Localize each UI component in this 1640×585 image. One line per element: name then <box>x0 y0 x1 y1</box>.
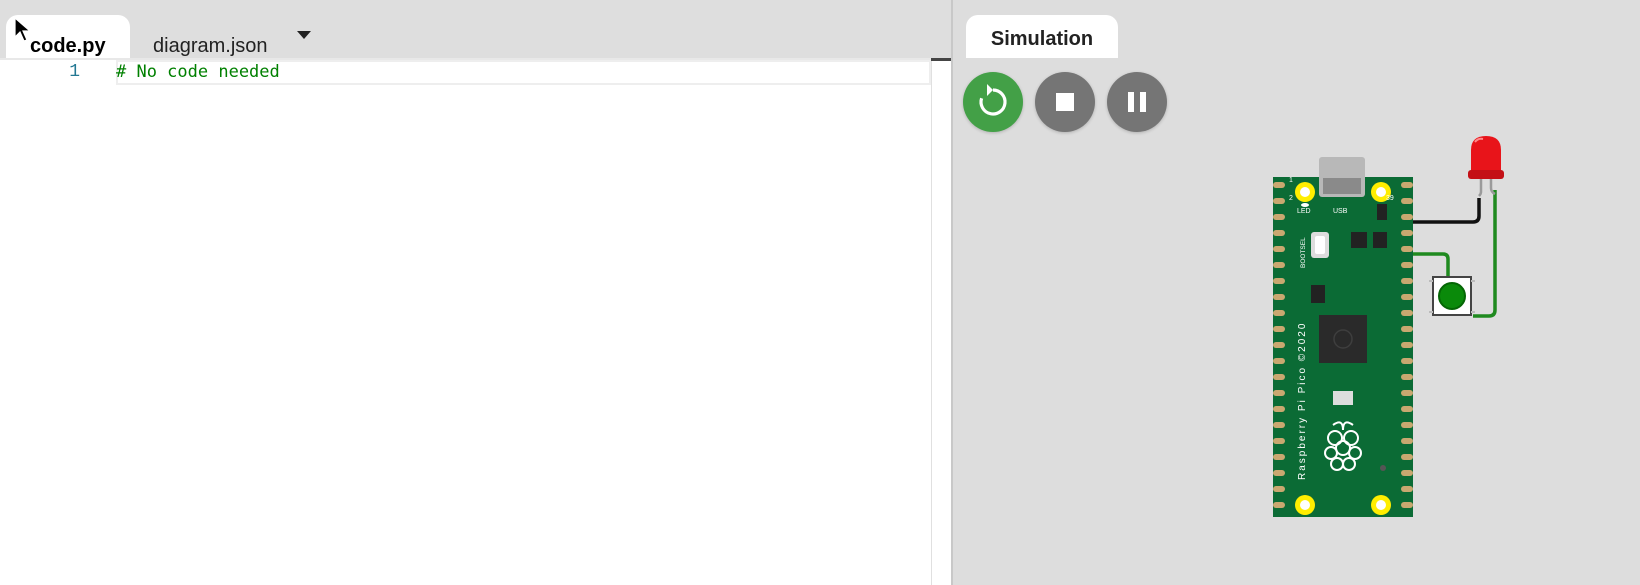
code-line[interactable]: # No code needed <box>116 62 280 82</box>
mouse-cursor-icon <box>14 17 32 42</box>
pin2-label: 2 <box>1289 195 1293 202</box>
pin39-label: 39 <box>1386 195 1394 202</box>
raspberry-pi-pico-board[interactable]: 1 2 39 LED USB BOOTSEL Raspberry Pi Pico… <box>1273 157 1413 517</box>
usb-label: USB <box>1333 208 1348 215</box>
line-number: 1 <box>69 62 80 82</box>
tab-label: diagram.json <box>153 35 268 57</box>
restart-button[interactable] <box>963 72 1023 132</box>
stop-button[interactable] <box>1035 72 1095 132</box>
tab-simulation[interactable]: Simulation <box>966 15 1118 58</box>
red-led[interactable] <box>1468 136 1504 197</box>
pin1-label: 1 <box>1289 177 1293 184</box>
circuit-diagram[interactable]: 1 2 39 LED USB BOOTSEL Raspberry Pi Pico… <box>1273 130 1593 540</box>
pushbutton[interactable] <box>1429 276 1475 316</box>
code-editor-pane: code.py diagram.json 1 # No code needed <box>0 0 951 585</box>
pause-icon <box>1128 92 1146 112</box>
restart-icon <box>979 84 1007 116</box>
caret-down-icon <box>297 31 311 39</box>
board-name-label: Raspberry Pi Pico ©2020 <box>1297 322 1308 480</box>
editor-tab-bar: code.py diagram.json <box>0 0 951 58</box>
tab-menu-dropdown[interactable] <box>295 28 315 44</box>
tab-label: Simulation <box>990 28 1094 50</box>
rp2040-chip <box>1319 315 1367 363</box>
editor-scrollbar[interactable] <box>931 58 951 585</box>
bootsel-label: BOOTSEL <box>1300 237 1307 268</box>
stop-icon <box>1056 93 1074 111</box>
simulation-pane: Simulation 1 2 39 LED USB BOOTSEL Raspbe… <box>953 0 1640 585</box>
led-label: LED <box>1297 208 1311 215</box>
ground-wire[interactable] <box>1413 198 1481 224</box>
pause-button[interactable] <box>1107 72 1167 132</box>
scrollbar-thumb[interactable] <box>931 58 951 61</box>
led-wire[interactable] <box>1473 190 1497 318</box>
code-editor[interactable]: 1 # No code needed <box>0 60 931 585</box>
tab-diagram-json[interactable]: diagram.json <box>133 15 283 58</box>
onboard-led <box>1301 203 1309 207</box>
tab-label: code.py <box>30 35 106 57</box>
